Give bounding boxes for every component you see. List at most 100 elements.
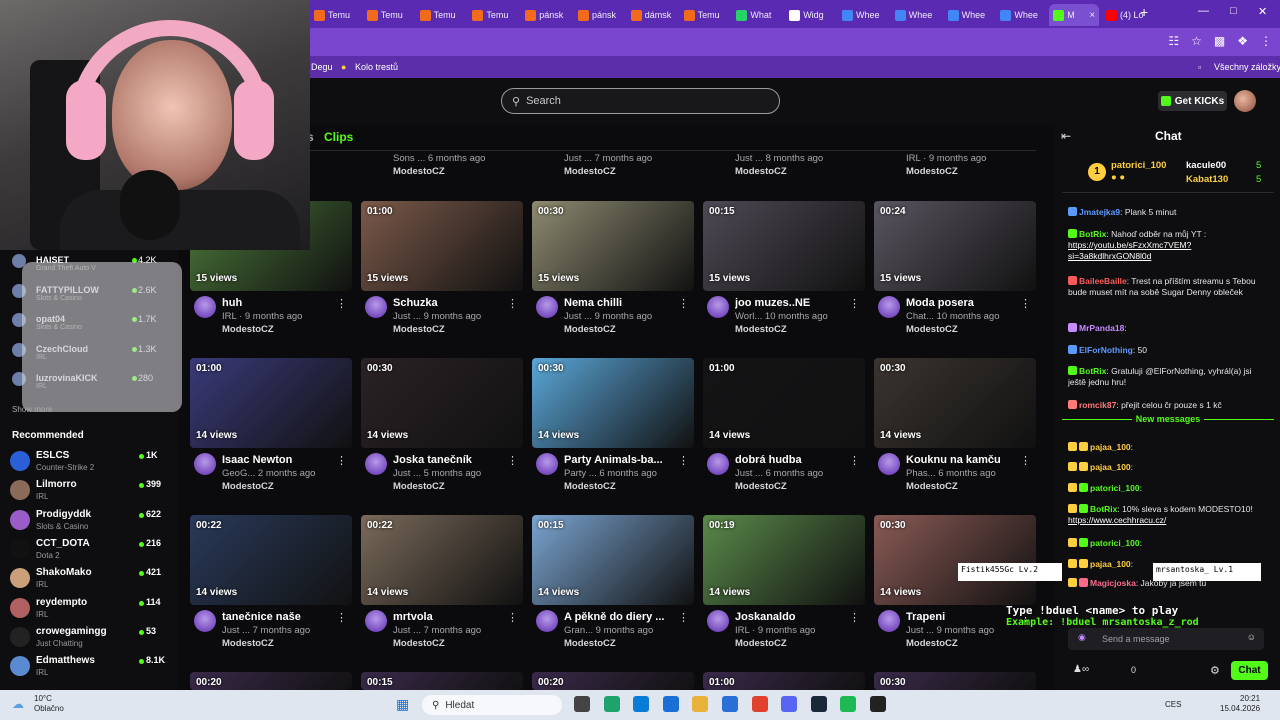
- leader-name-3[interactable]: Kabat130: [1186, 174, 1228, 185]
- more-options-icon[interactable]: ⋮: [849, 454, 860, 467]
- puzzle-icon[interactable]: ❖: [1237, 34, 1248, 48]
- show-more-link[interactable]: Show more: [12, 405, 52, 414]
- channel-avatar[interactable]: [536, 610, 558, 632]
- browser-tab[interactable]: Widg: [785, 4, 835, 26]
- chat-username[interactable]: BaileeBaille: [1079, 276, 1127, 286]
- clip-card[interactable]: 00:30 14 views Joska tanečník Just ... 5 mo…: [361, 358, 523, 493]
- channel-avatar[interactable]: [878, 453, 900, 475]
- clip-card[interactable]: 00:30 14 views Trapeni Just ... 9 months ag…: [874, 515, 1036, 650]
- recommended-item[interactable]: crowegamingg Just Chatting 53: [10, 624, 165, 652]
- clip-thumbnail[interactable]: 00:15: [361, 672, 523, 690]
- channel-avatar[interactable]: [365, 296, 387, 318]
- recommended-item[interactable]: ShakoMako IRL 421: [10, 565, 165, 593]
- new-tab-button[interactable]: +: [1140, 4, 1148, 20]
- browser-tab[interactable]: Whee: [944, 4, 994, 26]
- browser-tab[interactable]: Temu: [363, 4, 413, 26]
- clip-channel[interactable]: ModestoCZ: [735, 638, 787, 649]
- star-icon[interactable]: ☆: [1191, 34, 1202, 48]
- channel-avatar[interactable]: [194, 610, 216, 632]
- clip-thumbnail[interactable]: 00:20: [532, 672, 694, 690]
- recommended-item[interactable]: Lilmorro IRL 399: [10, 477, 165, 505]
- browser-tab[interactable]: Temu: [416, 4, 466, 26]
- app-icon[interactable]: [870, 696, 886, 712]
- more-options-icon[interactable]: ⋮: [336, 297, 347, 310]
- clip-channel[interactable]: ModestoCZ: [393, 638, 445, 649]
- clip-thumbnail[interactable]: 01:00: [703, 672, 865, 690]
- more-options-icon[interactable]: ⋮: [336, 611, 347, 624]
- clip-thumbnail[interactable]: 01:00 14 views: [703, 358, 865, 448]
- chat-username[interactable]: patorici_100: [1090, 483, 1140, 493]
- chat-send-button[interactable]: Chat: [1231, 661, 1268, 680]
- channel-avatar[interactable]: [194, 453, 216, 475]
- clip-thumbnail[interactable]: 00:30 14 views: [874, 515, 1036, 605]
- clip-thumbnail[interactable]: 01:00 14 views: [190, 358, 352, 448]
- browser-tab[interactable]: Whee: [891, 4, 941, 26]
- bookmark-degu[interactable]: Degu: [311, 62, 333, 72]
- clip-thumbnail[interactable]: 00:15 15 views: [703, 201, 865, 291]
- clip-thumbnail[interactable]: 00:30: [874, 672, 1036, 690]
- windows-start-icon[interactable]: ▦: [396, 696, 409, 713]
- browser-tab[interactable]: What: [732, 4, 782, 26]
- channel-avatar[interactable]: [878, 610, 900, 632]
- clip-card[interactable]: 01:00 14 views Isaac Newton GeoG... 2 month…: [190, 358, 352, 493]
- channel-avatar[interactable]: [707, 296, 729, 318]
- clip-card[interactable]: 00:22 14 views mrtvola Just ... 7 months ag…: [361, 515, 523, 650]
- channel-avatar[interactable]: [707, 453, 729, 475]
- chat-username[interactable]: BotRix: [1079, 366, 1106, 376]
- clip-thumbnail[interactable]: 00:22 14 views: [361, 515, 523, 605]
- weather-widget[interactable]: 10°C Oblačno: [34, 694, 64, 714]
- mail-icon[interactable]: [722, 696, 738, 712]
- search-input[interactable]: ⚲ Search: [501, 88, 780, 114]
- maximize-icon[interactable]: □: [1230, 5, 1237, 17]
- spotify-icon[interactable]: [840, 696, 857, 712]
- clip-title[interactable]: mrtvola: [393, 611, 509, 623]
- leader-name-1[interactable]: patorici_100: [1111, 160, 1166, 171]
- clip-thumbnail[interactable]: 00:30 14 views: [532, 358, 694, 448]
- channel-avatar[interactable]: [536, 453, 558, 475]
- recommended-item[interactable]: CCT_DOTA Dota 2 216: [10, 536, 165, 564]
- clip-channel[interactable]: ModestoCZ: [735, 481, 787, 492]
- clip-card[interactable]: 00:30 14 views Kouknu na kamču Phas... 6 mo…: [874, 358, 1036, 493]
- chrome-icon[interactable]: [751, 696, 768, 712]
- clip-title[interactable]: Nema chilli: [564, 297, 680, 309]
- collapse-chat-icon[interactable]: ⇤: [1061, 129, 1071, 143]
- clip-thumbnail[interactable]: 00:19 14 views: [703, 515, 865, 605]
- chat-username[interactable]: BotRix: [1079, 229, 1106, 239]
- browser-tab[interactable]: pánsk: [574, 4, 624, 26]
- clip-title[interactable]: Moda posera: [906, 297, 1022, 309]
- discord-icon[interactable]: [781, 696, 798, 712]
- extension-icon[interactable]: ▩: [1214, 34, 1225, 48]
- translate-icon[interactable]: ☷: [1168, 34, 1179, 48]
- clip-card[interactable]: 00:30 15 views Nema chilli Just ... 9 month…: [532, 201, 694, 336]
- clip-title[interactable]: Isaac Newton: [222, 454, 338, 466]
- more-options-icon[interactable]: ⋮: [678, 454, 689, 467]
- clip-channel[interactable]: ModestoCZ: [735, 324, 787, 335]
- clip-title[interactable]: A pěkně do diery ...: [564, 611, 680, 623]
- clip-card[interactable]: 00:30 14 views Party Animals-ba... Party ..…: [532, 358, 694, 493]
- clip-thumbnail[interactable]: 00:20: [190, 672, 352, 690]
- chat-input[interactable]: Send a message ◉ ☺: [1068, 628, 1264, 650]
- chat-username[interactable]: BotRix: [1090, 504, 1117, 514]
- channel-avatar[interactable]: [878, 296, 900, 318]
- user-avatar[interactable]: [1234, 90, 1256, 112]
- clip-card[interactable]: 00:22 14 views tanečnice naše Just ... 7 mo…: [190, 515, 352, 650]
- language-indicator[interactable]: CES: [1165, 700, 1181, 709]
- chat-username[interactable]: romcik87: [1079, 400, 1116, 410]
- clip-title[interactable]: Kouknu na kamču: [906, 454, 1022, 466]
- minimize-icon[interactable]: —: [1198, 5, 1209, 17]
- more-options-icon[interactable]: ⋮: [678, 297, 689, 310]
- close-window-icon[interactable]: ✕: [1258, 5, 1267, 18]
- clip-thumbnail[interactable]: 00:30 15 views: [532, 201, 694, 291]
- explorer-icon[interactable]: [692, 696, 709, 712]
- channel-avatar[interactable]: [707, 610, 729, 632]
- recommended-item[interactable]: Prodigyddk Slots & Casino 622: [10, 507, 165, 535]
- browser-tab[interactable]: M ×: [1049, 4, 1100, 26]
- more-options-icon[interactable]: ⋮: [1020, 297, 1031, 310]
- recommended-item[interactable]: reydempto IRL 114: [10, 595, 165, 623]
- clip-title[interactable]: Trapeni: [906, 611, 1022, 623]
- chat-username[interactable]: pajaa_100: [1090, 442, 1131, 452]
- task-view-icon[interactable]: [574, 696, 590, 712]
- recommended-item[interactable]: ESLCS Counter-Strike 2 1K: [10, 448, 165, 476]
- chat-username[interactable]: MrPanda18: [1079, 323, 1124, 333]
- clip-channel[interactable]: ModestoCZ: [393, 481, 445, 492]
